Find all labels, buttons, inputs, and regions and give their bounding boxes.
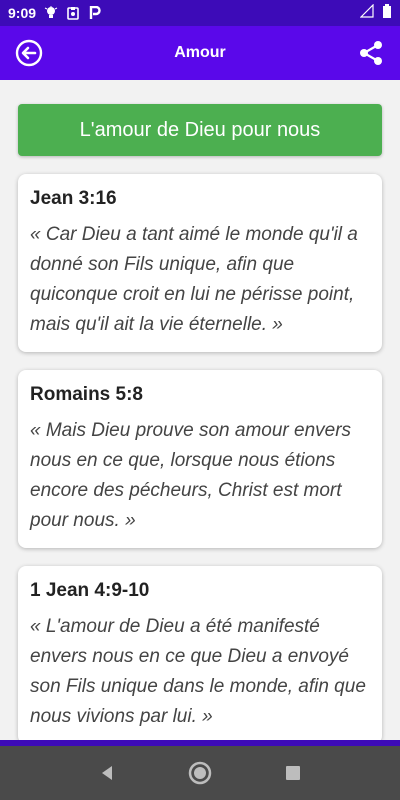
verse-reference: Romains 5:8 xyxy=(30,384,143,405)
share-button[interactable] xyxy=(356,38,386,68)
content-scroll[interactable]: L'amour de Dieu pour nous Jean 3:16 « Ca… xyxy=(0,80,400,740)
share-icon xyxy=(360,41,382,65)
status-time: 9:09 xyxy=(8,5,37,21)
back-arrow-icon xyxy=(15,39,43,67)
back-button[interactable] xyxy=(14,38,44,68)
verse-card[interactable]: Romains 5:8 « Mais Dieu prouve son amour… xyxy=(18,370,382,548)
status-icons-right xyxy=(359,3,392,23)
nav-back-button[interactable] xyxy=(92,758,122,788)
nav-home-button[interactable] xyxy=(185,758,215,788)
p-icon xyxy=(88,6,102,20)
verse-reference: 1 Jean 4:9-10 xyxy=(30,580,150,601)
verse-text: « L'amour de Dieu a été manifesté envers… xyxy=(30,616,366,727)
verse-card[interactable]: 1 Jean 4:9-10 « L'amour de Dieu a été ma… xyxy=(18,566,382,740)
signal-icon xyxy=(359,3,374,23)
page-title: Amour xyxy=(174,44,226,61)
nav-recents-button[interactable] xyxy=(278,758,308,788)
verse-reference: Jean 3:16 xyxy=(30,188,117,209)
triangle-back-icon xyxy=(101,766,112,780)
battery-icon xyxy=(382,3,392,23)
status-bar: 9:09 xyxy=(0,0,400,26)
section-header-button[interactable]: L'amour de Dieu pour nous xyxy=(18,104,382,156)
app-bar: Amour xyxy=(0,26,400,80)
verse-card[interactable]: Jean 3:16 « Car Dieu a tant aimé le mond… xyxy=(18,174,382,352)
square-recents-icon xyxy=(286,766,301,780)
status-icons-left xyxy=(44,6,102,20)
lightbulb-icon xyxy=(44,6,58,20)
verse-text: « Car Dieu a tant aimé le monde qu'il a … xyxy=(30,224,358,335)
circle-home-icon xyxy=(188,761,212,785)
clipboard-icon xyxy=(66,6,80,20)
verse-text: « Mais Dieu prouve son amour envers nous… xyxy=(30,420,352,531)
system-nav-bar xyxy=(0,746,400,800)
